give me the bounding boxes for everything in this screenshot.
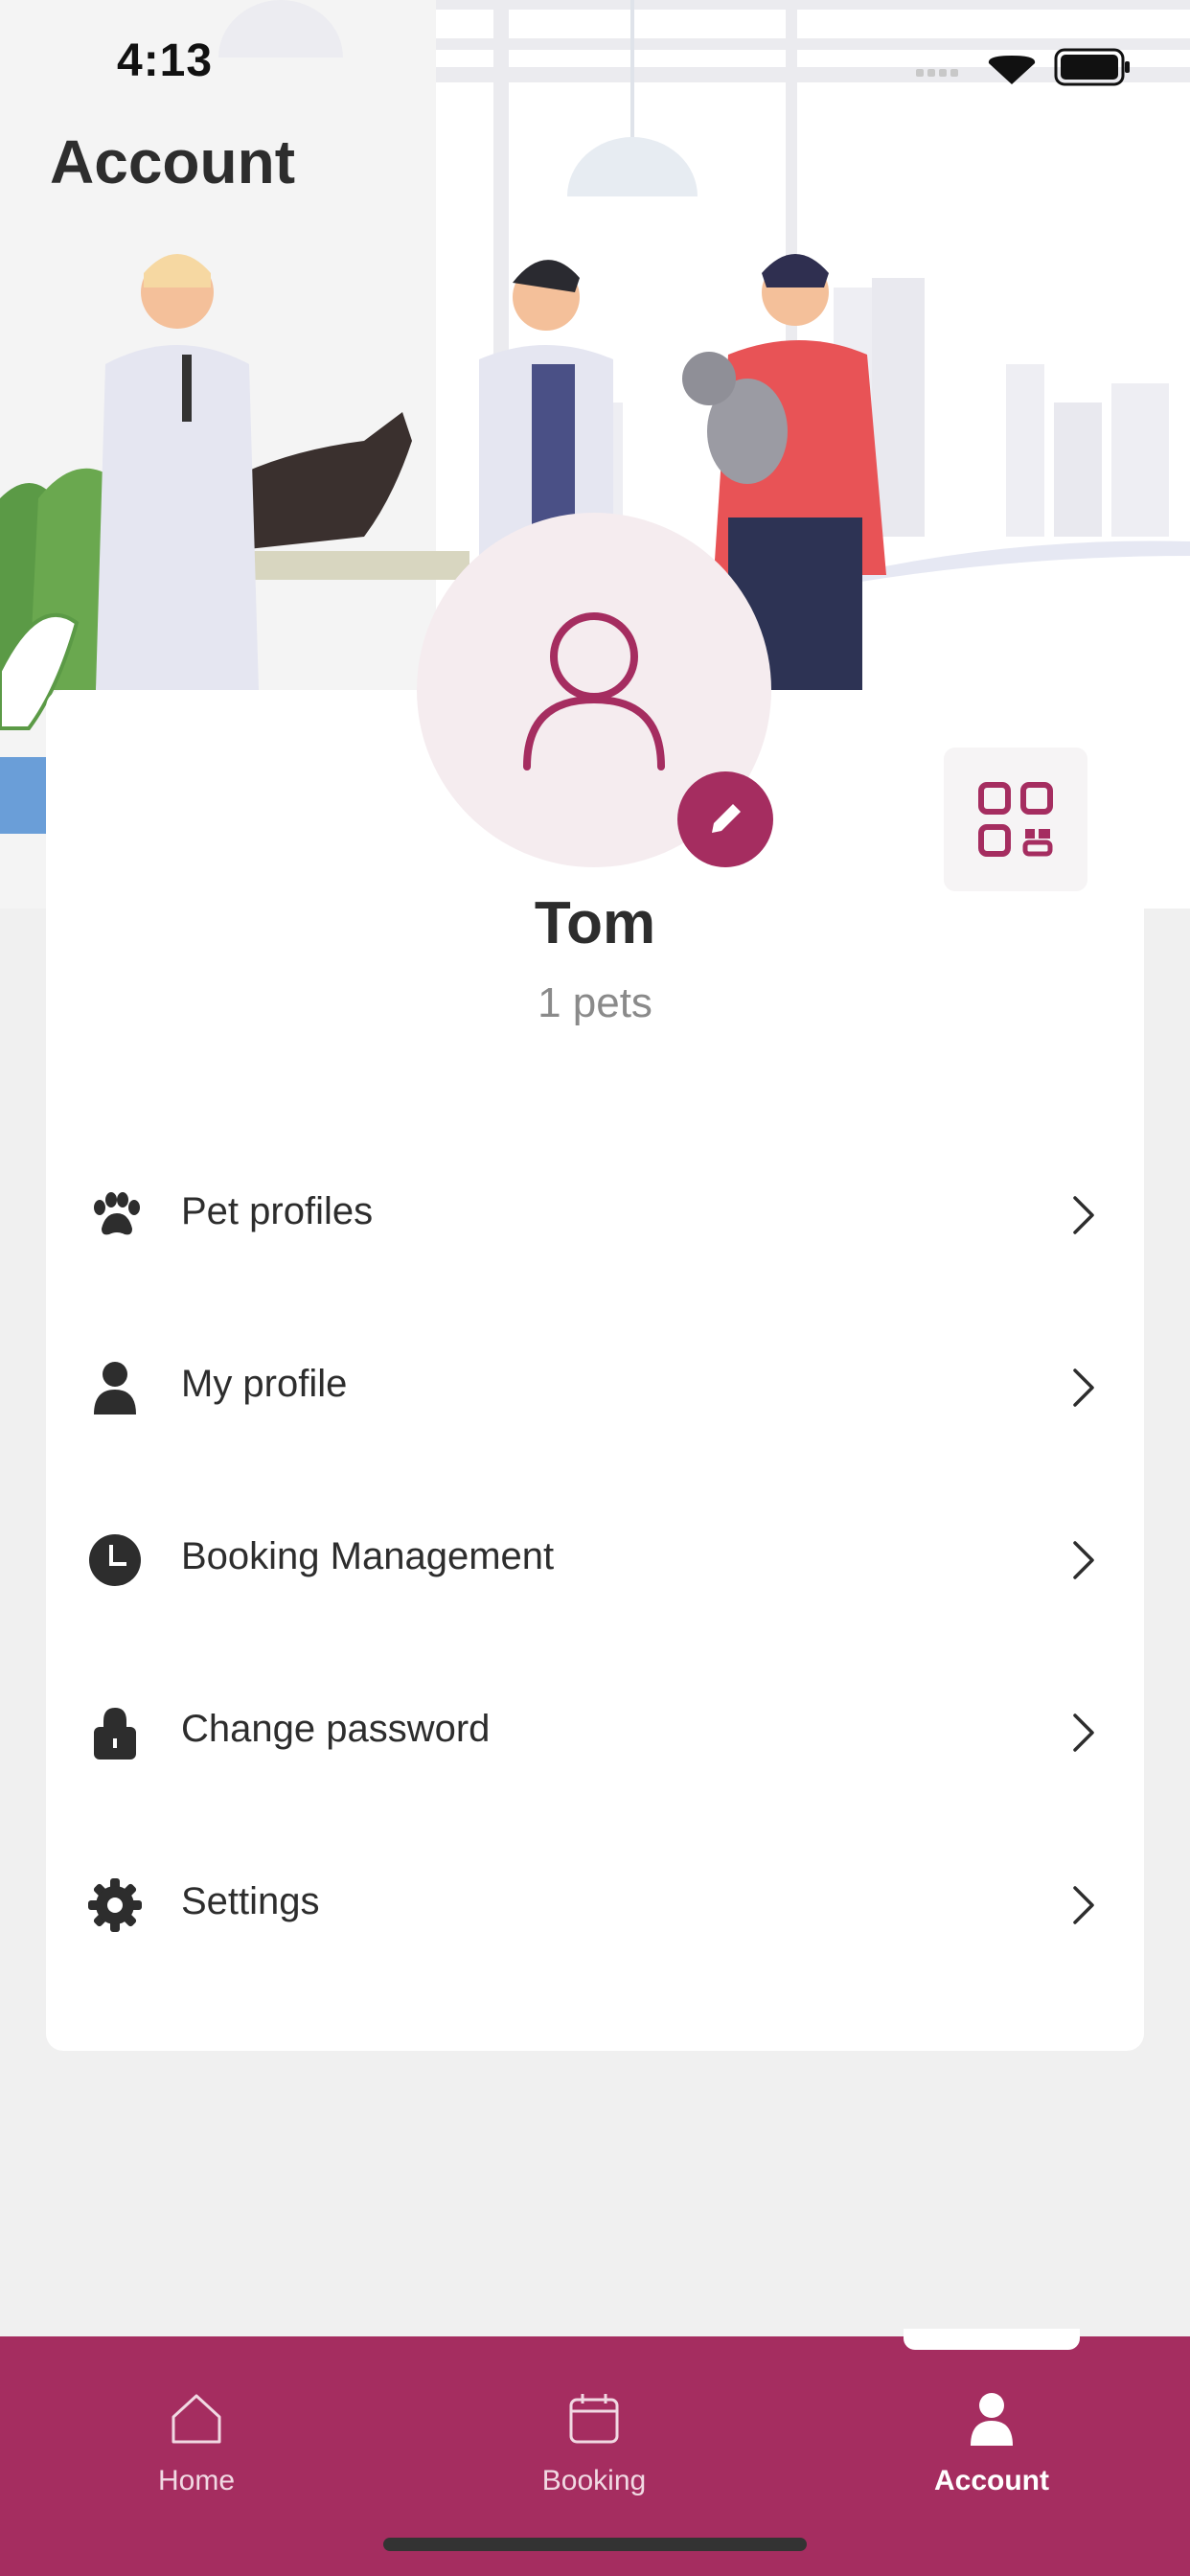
qr-code-icon	[978, 782, 1053, 857]
tab-label: Home	[157, 2465, 236, 2496]
status-icons	[910, 42, 1131, 95]
tab-label: Account	[934, 2465, 1049, 2496]
pencil-icon	[712, 804, 741, 833]
tab-booking[interactable]: Booking	[450, 2336, 738, 2528]
menu-item-label: My profile	[181, 1363, 348, 1405]
home-indicator	[383, 2538, 807, 2551]
status-bar: 4:13	[0, 0, 1190, 125]
status-time: 4:13	[117, 35, 214, 86]
menu-item-booking-management[interactable]: Booking Management	[46, 1474, 1144, 1646]
user-name: Tom	[534, 890, 656, 956]
signal-icon	[916, 69, 958, 77]
tab-label: Booking	[541, 2465, 647, 2496]
menu-item-change-password[interactable]: Change password	[46, 1646, 1144, 1819]
chevron-right-icon	[1071, 1539, 1098, 1586]
pets-count: 1 pets	[538, 979, 652, 1026]
tab-home[interactable]: Home	[53, 2336, 340, 2528]
chevron-right-icon	[1071, 1712, 1098, 1759]
menu-item-label: Settings	[181, 1880, 320, 1922]
gear-icon	[86, 1876, 144, 1934]
chevron-right-icon	[1071, 1194, 1098, 1241]
clock-icon	[86, 1531, 144, 1589]
chevron-right-icon	[1071, 1884, 1098, 1931]
person-outline-icon	[523, 612, 665, 770]
lock-icon	[86, 1704, 144, 1761]
qr-code-button[interactable]	[944, 748, 1087, 891]
calendar-icon	[565, 2390, 623, 2452]
page-title: Account	[50, 127, 295, 196]
menu-item-label: Booking Management	[181, 1535, 555, 1577]
menu-item-my-profile[interactable]: My profile	[46, 1301, 1144, 1474]
person-icon	[86, 1359, 144, 1416]
menu-item-pet-profiles[interactable]: Pet profiles	[46, 1129, 1144, 1301]
battery-icon	[1054, 48, 1130, 86]
wifi-icon	[988, 56, 1036, 84]
menu-item-label: Change password	[181, 1708, 491, 1750]
tab-account[interactable]: Account	[848, 2336, 1135, 2528]
edit-avatar-button[interactable]	[677, 771, 773, 867]
chevron-right-icon	[1071, 1367, 1098, 1414]
active-tab-indicator	[904, 2329, 1080, 2350]
menu-item-label: Pet profiles	[181, 1190, 374, 1232]
menu-item-settings[interactable]: Settings	[46, 1819, 1144, 1991]
home-icon	[168, 2390, 225, 2452]
account-icon	[963, 2390, 1020, 2452]
paw-icon	[86, 1186, 144, 1244]
